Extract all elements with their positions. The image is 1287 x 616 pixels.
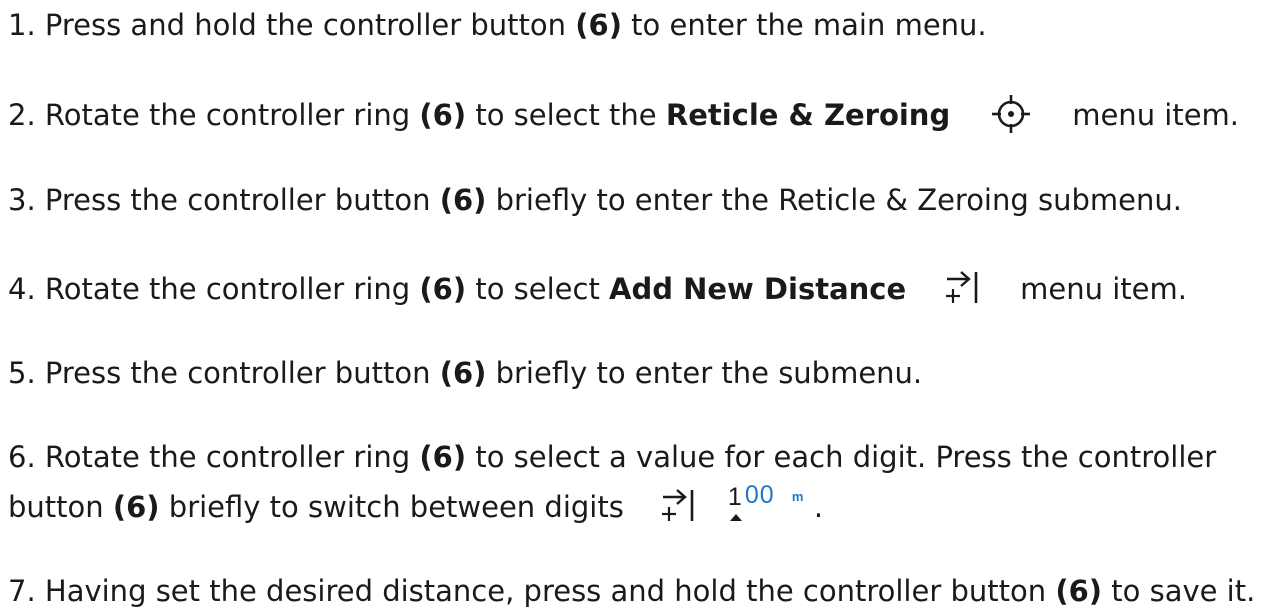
step-text: to enter the main menu. <box>621 8 987 42</box>
distance-other-digits: 00 <box>744 481 775 509</box>
step-text: . <box>813 490 824 524</box>
step-text: Rotate the controller ring <box>35 272 420 306</box>
button-reference: (6) <box>419 272 467 306</box>
add-distance-icon <box>942 267 982 309</box>
step-number: 6. <box>8 440 36 474</box>
step-1: 1. Press and hold the controller button … <box>8 0 1287 50</box>
button-reference: (6) <box>1055 574 1103 608</box>
step-text: Press the controller button <box>35 356 440 390</box>
step-number: 7. <box>8 574 36 608</box>
step-6-continued: button (6) briefly to switch between dig… <box>8 482 1287 532</box>
menu-item-name: Add New Distance <box>609 272 907 306</box>
step-text: Rotate the controller ring <box>35 98 420 132</box>
step-number: 1. <box>8 8 36 42</box>
step-number: 2. <box>8 98 36 132</box>
step-text: menu item. <box>1020 272 1187 306</box>
step-4: 4. Rotate the controller ring (6) to sel… <box>8 264 1287 314</box>
instruction-document: 1. Press and hold the controller button … <box>0 0 1287 609</box>
button-reference: (6) <box>439 356 487 390</box>
button-reference: (6) <box>112 490 160 524</box>
step-text: Press the controller button <box>35 183 440 217</box>
add-distance-icon <box>658 485 698 527</box>
button-reference: (6) <box>419 440 467 474</box>
menu-item-name: Reticle & Zeroing <box>665 98 951 132</box>
distance-first-digit: 1 <box>727 483 742 511</box>
reticle-crosshair-icon <box>988 91 1034 137</box>
step-text: Rotate the controller ring <box>35 440 420 474</box>
button-reference: (6) <box>575 8 622 42</box>
step-text: Press and hold the controller button <box>35 8 576 42</box>
step-5: 5. Press the controller button (6) brief… <box>8 348 1287 398</box>
step-text: menu item. <box>1072 98 1240 132</box>
button-reference: (6) <box>419 98 467 132</box>
step-text: briefly to enter the Reticle & Zeroing s… <box>486 183 1182 217</box>
digit-caret-icon <box>729 514 742 521</box>
step-6: 6. Rotate the controller ring (6) to sel… <box>8 432 1287 482</box>
step-text: button <box>8 490 113 524</box>
step-number: 5. <box>8 356 36 390</box>
step-text: to save it. <box>1102 574 1256 608</box>
step-text: to select the <box>466 98 666 132</box>
distance-unit: m <box>791 489 804 504</box>
step-text: to select <box>466 272 610 306</box>
step-3: 3. Press the controller button (6) brief… <box>8 175 1287 225</box>
distance-readout: 1 00 m <box>728 480 814 526</box>
step-number: 4. <box>8 272 36 306</box>
step-text: to select a value for each digit. Press … <box>466 440 1217 474</box>
button-reference: (6) <box>439 183 487 217</box>
step-text: briefly to switch between digits <box>159 490 624 524</box>
step-text: Having set the desired distance, press a… <box>35 574 1056 608</box>
step-text: briefly to enter the submenu. <box>486 356 923 390</box>
step-number: 3. <box>8 183 36 217</box>
step-2: 2. Rotate the controller ring (6) to sel… <box>8 90 1287 140</box>
